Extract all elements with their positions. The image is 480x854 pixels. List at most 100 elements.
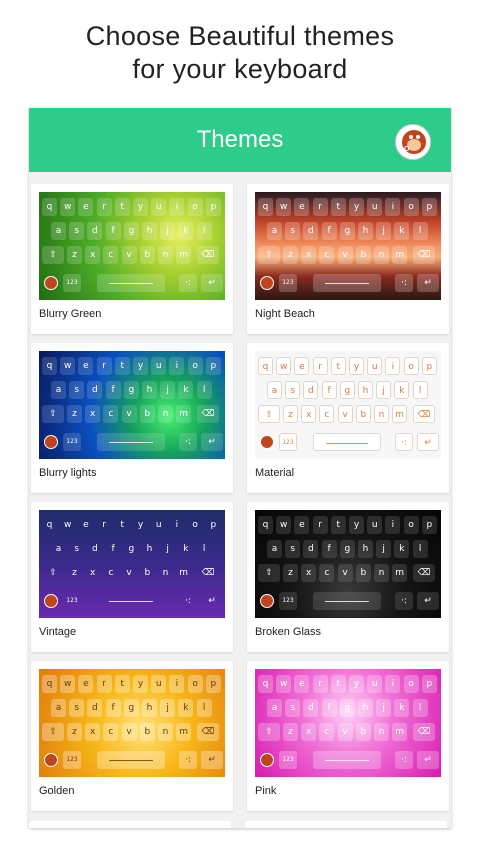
keyboard-key: c bbox=[108, 568, 114, 578]
keyboard-key: t bbox=[330, 198, 346, 216]
keyboard-key: d bbox=[92, 544, 98, 554]
keyboard-key: y bbox=[349, 675, 364, 693]
theme-card[interactable]: q w e r t y u i o p a s d f g h j k l ⇧ z x c v b n m ⌫ 123 ·: ↵ Broken… bbox=[247, 502, 449, 652]
keyboard-key: t bbox=[330, 357, 346, 375]
keyboard-key: i bbox=[169, 357, 185, 375]
keyboard-key: j bbox=[376, 222, 392, 240]
theme-card[interactable]: q w e r t y u i o p a s d f g h j k l ⇧ z x c v b n m ⌫ 123 ·: ↵ Vintag… bbox=[31, 502, 233, 652]
keyboard-key: h bbox=[142, 381, 157, 399]
keyboard-key: v bbox=[121, 246, 137, 264]
keyboard-key: ⌫ bbox=[413, 246, 435, 264]
keyboard-key: n bbox=[374, 405, 389, 423]
keyboard-key: b bbox=[355, 246, 371, 264]
keyboard-key: ⌫ bbox=[413, 564, 435, 582]
keyboard-key: o bbox=[187, 198, 203, 216]
keyboard-key: p bbox=[205, 357, 221, 375]
theme-name-label: Pink bbox=[255, 785, 277, 797]
keyboard-key: s bbox=[285, 540, 301, 558]
keyboard-key: h bbox=[358, 699, 373, 717]
keyboard-key: a bbox=[51, 699, 66, 717]
keyboard-key: o bbox=[403, 516, 419, 534]
keyboard-key: p bbox=[205, 198, 221, 216]
keyboard-key: ·: bbox=[395, 433, 413, 451]
space-bar bbox=[97, 433, 165, 451]
keyboard-key: n bbox=[158, 405, 173, 423]
themes-panel: Themes AO q w e r t y u i o p a s d f g h j k l ⇧ z x c v b n m ⌫ 12… bbox=[29, 108, 451, 828]
keyboard-key: e bbox=[294, 357, 310, 375]
keyboard-key: n bbox=[374, 246, 389, 264]
keyboard-key: ↵ bbox=[208, 596, 216, 606]
theme-name-label: Blurry lights bbox=[39, 467, 97, 479]
keyboard-preview: q w e r t y u i o p a s d f g h j k l ⇧ z x c v b n m ⌫ 123 ·: ↵ bbox=[255, 192, 441, 300]
keyboard-key: h bbox=[142, 699, 157, 717]
keyboard-key: b bbox=[139, 405, 155, 423]
keyboard-key: d bbox=[303, 699, 319, 717]
keyboard-key: ↵ bbox=[417, 274, 439, 292]
keyboard-key: l bbox=[196, 222, 212, 240]
keyboard-key: d bbox=[87, 381, 103, 399]
keyboard-key: g bbox=[339, 540, 355, 558]
keyboard-key: k bbox=[394, 222, 410, 240]
keyboard-key: x bbox=[301, 405, 317, 423]
keyboard-key: b bbox=[355, 564, 371, 582]
keyboard-key: s bbox=[285, 699, 301, 717]
emoji-monkey-icon bbox=[260, 276, 274, 290]
keyboard-key: 123 bbox=[63, 751, 81, 769]
theme-card[interactable]: q w e r t y u i o p a s d f g h j k l ⇧ z x c v b n m ⌫ 123 ·: ↵ Pink bbox=[247, 661, 449, 811]
keyboard-key: q bbox=[42, 675, 57, 693]
keyboard-key: ⇧ bbox=[42, 405, 64, 423]
keyboard-key: ↵ bbox=[201, 751, 223, 769]
keyboard-key: z bbox=[283, 564, 298, 582]
keyboard-key: c bbox=[319, 723, 335, 741]
keyboard-key: v bbox=[121, 723, 137, 741]
headline: Choose Beautiful themes for your keyboar… bbox=[0, 20, 480, 86]
keyboard-key: x bbox=[301, 246, 317, 264]
keyboard-key: n bbox=[162, 568, 169, 578]
app-logo-icon[interactable]: AO bbox=[395, 124, 431, 160]
keyboard-key: q bbox=[46, 520, 53, 530]
keyboard-key: m bbox=[176, 246, 192, 264]
keyboard-key: m bbox=[392, 723, 408, 741]
keyboard-key: v bbox=[126, 568, 132, 578]
keyboard-key: x bbox=[90, 568, 96, 578]
keyboard-key: b bbox=[355, 723, 371, 741]
keyboard-key: v bbox=[337, 723, 353, 741]
keyboard-key: i bbox=[385, 357, 401, 375]
theme-card[interactable]: q w e r t y u i o p a s d f g h j k l ⇧ z x c v b n m ⌫ 123 ·: ↵ Night … bbox=[247, 184, 449, 334]
keyboard-key: b bbox=[139, 246, 155, 264]
keyboard-key: u bbox=[367, 357, 383, 375]
keyboard-key: l bbox=[412, 381, 428, 399]
keyboard-key: k bbox=[394, 540, 410, 558]
keyboard-key: ⇧ bbox=[49, 568, 57, 578]
keyboard-key: ⌫ bbox=[197, 405, 219, 423]
keyboard-key: ⌫ bbox=[201, 568, 215, 578]
keyboard-key: z bbox=[67, 405, 82, 423]
keyboard-key: w bbox=[60, 357, 76, 375]
keyboard-key: o bbox=[187, 357, 203, 375]
keyboard-key: l bbox=[412, 222, 428, 240]
theme-card[interactable]: q w e r t y u i o p a s d f g h j k l ⇧ z x c v b n m ⌫ 123 ·: ↵ Golden bbox=[31, 661, 233, 811]
keyboard-key: b bbox=[139, 723, 155, 741]
theme-card[interactable]: q w e r t y u i o p a s d f g h j k l ⇧ z x c v b n m ⌫ 123 ·: ↵ Blurry… bbox=[31, 184, 233, 334]
headline-line-1: Choose Beautiful themes bbox=[85, 21, 395, 51]
space-bar bbox=[313, 751, 381, 769]
keyboard-key: h bbox=[358, 540, 373, 558]
keyboard-key: r bbox=[312, 198, 328, 216]
keyboard-key: a bbox=[51, 381, 66, 399]
keyboard-key: a bbox=[267, 540, 282, 558]
keyboard-key: s bbox=[285, 381, 301, 399]
keyboard-key: h bbox=[358, 381, 373, 399]
keyboard-key: d bbox=[87, 699, 103, 717]
keyboard-key: j bbox=[376, 381, 392, 399]
keyboard-key: w bbox=[60, 198, 76, 216]
keyboard-key: e bbox=[294, 675, 310, 693]
keyboard-key: d bbox=[87, 222, 103, 240]
space-bar bbox=[97, 274, 165, 292]
keyboard-key: v bbox=[337, 564, 353, 582]
keyboard-key: q bbox=[258, 198, 273, 216]
theme-card[interactable]: q w e r t y u i o p a s d f g h j k l ⇧ z x c v b n m ⌫ 123 ·: ↵ Blurry… bbox=[31, 343, 233, 493]
keyboard-key: r bbox=[312, 516, 328, 534]
keyboard-key: y bbox=[349, 198, 364, 216]
theme-card[interactable]: q w e r t y u i o p a s d f g h j k l ⇧ z x c v b n m ⌫ 123 ·: ↵ Materi… bbox=[247, 343, 449, 493]
emoji-monkey-icon bbox=[44, 594, 58, 608]
